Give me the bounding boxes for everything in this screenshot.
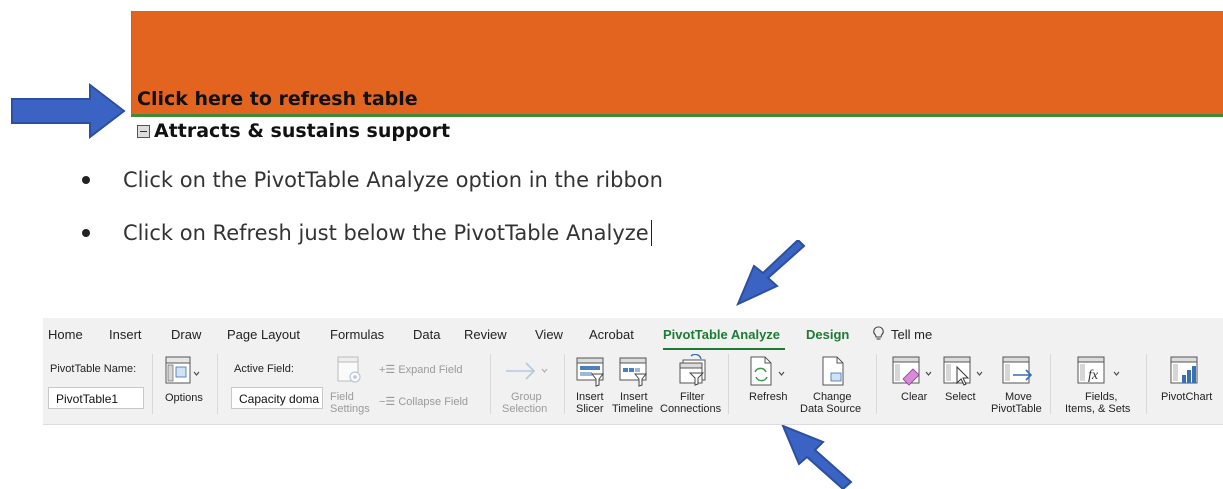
move-pivottable-icon[interactable] [1001,355,1035,389]
field-settings-icon[interactable] [335,355,365,385]
collapse-icon[interactable] [137,124,150,138]
move-pivottable-button-line2[interactable]: PivotTable [991,403,1042,415]
collapse-field-button[interactable]: −☰ Collapse Field [379,396,468,408]
insert-timeline-icon[interactable] [618,356,648,388]
pivottable-name-label: PivotTable Name: [50,363,137,375]
tab-page-layout[interactable]: Page Layout [227,327,300,342]
pivottable-name-input[interactable]: PivotTable1 [48,387,144,409]
tab-design[interactable]: Design [806,327,849,342]
bullet-text: Click on Refresh just below the PivotTab… [123,221,649,245]
group-separator [217,354,218,414]
lightbulb-icon [873,326,884,340]
active-tab-indicator [663,348,785,350]
svg-text:fx: fx [1088,368,1099,383]
insert-slicer-icon[interactable] [575,356,605,388]
filter-connections-button-line2[interactable]: Connections [660,403,721,415]
field-settings-button-line1[interactable]: Field [330,391,354,403]
tab-acrobat[interactable]: Acrobat [589,327,634,342]
tab-data[interactable]: Data [413,327,440,342]
tab-draw[interactable]: Draw [171,327,201,342]
group-separator [1146,354,1147,414]
pivot-row-label[interactable]: Attracts & sustains support [137,120,450,142]
group-separator [152,354,153,414]
tab-review[interactable]: Review [464,327,507,342]
fields-items-sets-button-line1[interactable]: Fields, [1085,391,1117,403]
active-field-label: Active Field: [234,363,294,375]
divider [131,115,1223,117]
refresh-button[interactable]: Refresh [749,391,788,403]
bullet-item: Click on the PivotTable Analyze option i… [82,168,663,192]
insert-slicer-button-line1[interactable]: Insert [576,391,604,403]
filter-connections-button-line1[interactable]: Filter [680,391,704,403]
fields-items-sets-button-line2[interactable]: Items, & Sets [1065,403,1130,415]
refresh-icon[interactable] [747,355,787,389]
tab-tell-me[interactable]: Tell me [891,327,932,342]
arrow-right-icon [11,83,126,139]
select-button[interactable]: Select [945,391,976,403]
arrow-up-left-icon [781,424,853,489]
active-field-input[interactable]: Capacity doma [231,387,323,409]
clear-button[interactable]: Clear [901,391,927,403]
group-separator [1050,354,1051,414]
clear-icon[interactable] [891,355,935,389]
collapse-field-label: Collapse Field [398,396,469,408]
group-selection-button-line2[interactable]: Selection [502,403,547,415]
pivotchart-button[interactable]: PivotChart [1161,391,1212,403]
options-button[interactable]: Options [165,392,203,404]
group-separator [876,354,877,414]
refresh-note-text: Click here to refresh table [137,88,418,110]
tab-formulas[interactable]: Formulas [330,327,384,342]
arrow-down-left-icon [736,240,806,306]
filter-connections-icon[interactable] [677,354,709,388]
bullet-text: Click on the PivotTable Analyze option i… [123,168,663,192]
field-settings-button-line2[interactable]: Settings [330,403,370,415]
change-data-source-button-line1[interactable]: Change [813,391,852,403]
fields-items-sets-icon[interactable]: fx [1076,355,1124,389]
select-icon[interactable] [942,355,986,389]
insert-slicer-button-line2[interactable]: Slicer [576,403,604,415]
change-data-source-button-line2[interactable]: Data Source [800,403,861,415]
change-data-source-icon[interactable] [819,355,849,389]
text-cursor [650,220,652,246]
bullet-dot [82,176,90,184]
expand-field-button[interactable]: +☰ Expand Field [379,364,463,376]
group-separator [490,354,491,414]
tab-pivottable-analyze[interactable]: PivotTable Analyze [663,327,780,342]
group-separator [564,354,565,414]
insert-timeline-button-line2[interactable]: Timeline [612,403,653,415]
options-icon[interactable] [164,355,200,389]
pivot-row-label-text: Attracts & sustains support [154,120,451,142]
tab-view[interactable]: View [535,327,563,342]
insert-timeline-button-line1[interactable]: Insert [620,391,648,403]
pivotchart-icon[interactable] [1169,355,1203,389]
tab-home[interactable]: Home [48,327,83,342]
ribbon: Home Insert Draw Page Layout Formulas Da… [43,318,1223,425]
move-pivottable-button-line1[interactable]: Move [1005,391,1032,403]
bullet-item: Click on Refresh just below the PivotTab… [82,220,652,246]
group-selection-button-line1[interactable]: Group [511,391,542,403]
group-selection-icon[interactable] [504,360,552,382]
group-separator [728,354,729,414]
tab-insert[interactable]: Insert [109,327,142,342]
bullet-dot [82,229,90,237]
expand-field-label: Expand Field [398,364,463,376]
